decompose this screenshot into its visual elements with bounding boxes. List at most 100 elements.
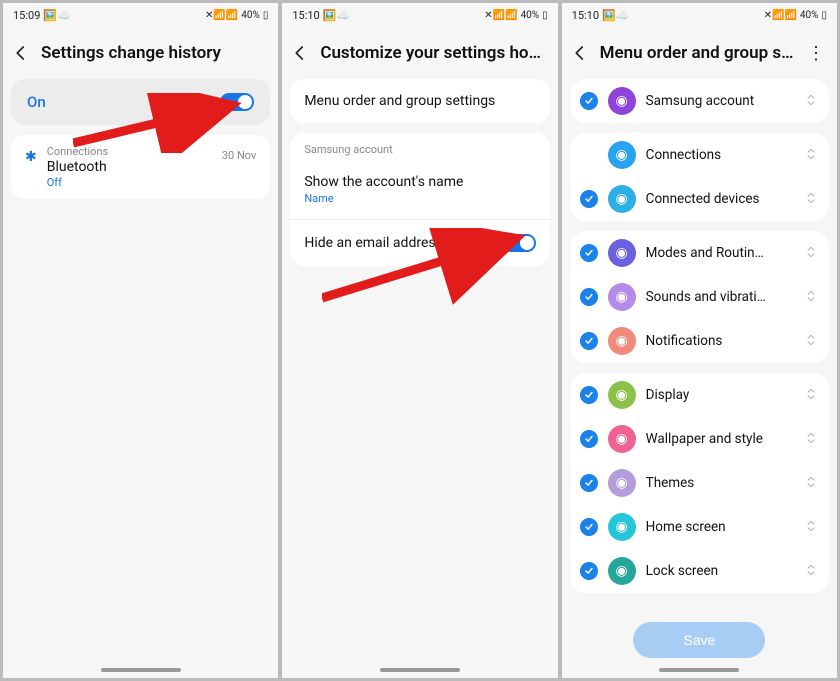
- battery-icon: ▯: [542, 10, 548, 21]
- menu-item-label: Home screen: [646, 519, 793, 535]
- check-icon[interactable]: [580, 518, 598, 536]
- status-battery: 40%: [241, 10, 260, 21]
- drag-handle-icon[interactable]: [803, 191, 819, 208]
- menu-item[interactable]: ◉ Display: [570, 373, 829, 417]
- row-show-name-sub: Name: [304, 192, 463, 205]
- status-battery: 40%: [521, 10, 540, 21]
- row-show-name-label: Show the account's name: [304, 174, 463, 190]
- app-icon: ◉: [608, 185, 636, 213]
- check-icon[interactable]: [580, 92, 598, 110]
- row-menu-order-label: Menu order and group settings: [304, 93, 495, 109]
- status-icons-right: ✕📶📶: [764, 10, 797, 21]
- menu-item[interactable]: ◉Samsung account: [570, 79, 829, 123]
- drag-handle-icon[interactable]: [803, 475, 819, 492]
- history-item: Bluetooth: [47, 159, 212, 175]
- toggle-label: On: [27, 93, 46, 111]
- app-icon: ◉: [608, 381, 636, 409]
- app-icon: ◉: [608, 327, 636, 355]
- card-menu-order: Menu order and group settings: [290, 79, 549, 123]
- history-state: Off: [47, 176, 212, 189]
- page-title: Customize your settings home: [320, 43, 547, 63]
- status-time: 15:10: [572, 9, 599, 22]
- status-icons-right: ✕📶📶: [205, 10, 238, 21]
- history-date: 30 Nov: [222, 149, 256, 162]
- nav-handle[interactable]: [659, 668, 739, 672]
- menu-item[interactable]: ◉ Connected devices: [570, 177, 829, 221]
- card-samsung-account: Samsung account Show the account's name …: [290, 133, 549, 266]
- status-bar: 15:10 🖼️☁️ ✕📶📶 40% ▯: [562, 3, 837, 27]
- check-icon[interactable]: [580, 332, 598, 350]
- menu-list: ◉Samsung account◉Connections◉Connected d…: [562, 79, 837, 678]
- check-icon[interactable]: [580, 288, 598, 306]
- drag-handle-icon[interactable]: [803, 387, 819, 404]
- check-icon[interactable]: [580, 562, 598, 580]
- save-button[interactable]: Save: [633, 622, 765, 658]
- app-icon: ◉: [608, 469, 636, 497]
- nav-handle[interactable]: [380, 668, 460, 672]
- back-icon[interactable]: [288, 41, 312, 65]
- status-icons-left: 🖼️☁️: [43, 9, 70, 22]
- check-icon[interactable]: [580, 430, 598, 448]
- status-time: 15:10: [292, 9, 319, 22]
- header: Settings change history: [3, 27, 278, 79]
- menu-item-label: Samsung account: [646, 93, 793, 109]
- menu-item[interactable]: ◉Lock screen: [570, 549, 829, 593]
- history-entry[interactable]: ✱ Connections Bluetooth Off 30 Nov: [11, 135, 270, 199]
- row-hide-email[interactable]: Hide an email address: [290, 220, 549, 266]
- menu-item-label: Wallpaper and style: [646, 431, 793, 447]
- bluetooth-icon: ✱: [25, 149, 37, 165]
- menu-item-label: Sounds and vibrati…: [646, 289, 793, 305]
- nav-handle[interactable]: [101, 668, 181, 672]
- toggle-switch[interactable]: [220, 93, 254, 111]
- check-icon[interactable]: [580, 190, 598, 208]
- drag-handle-icon[interactable]: [803, 147, 819, 164]
- menu-group: ◉ Modes and Routin… ◉Sounds and vibrati… ◉ N…: [570, 231, 829, 363]
- check-icon[interactable]: [580, 386, 598, 404]
- status-icons-right: ✕📶📶: [484, 10, 517, 21]
- menu-group: ◉Connections ◉ Connected devices: [570, 133, 829, 221]
- more-icon[interactable]: ⋮: [805, 43, 827, 64]
- drag-handle-icon[interactable]: [803, 563, 819, 580]
- panel-menu-order: 15:10 🖼️☁️ ✕📶📶 40% ▯ Menu order and grou…: [560, 1, 839, 680]
- menu-item-label: Display: [646, 387, 793, 403]
- drag-handle-icon[interactable]: [803, 519, 819, 536]
- menu-item[interactable]: ◉Home screen: [570, 505, 829, 549]
- app-icon: ◉: [608, 425, 636, 453]
- app-icon: ◉: [608, 239, 636, 267]
- hide-email-switch[interactable]: [502, 234, 536, 252]
- page-title: Menu order and group se…: [600, 43, 797, 63]
- check-icon[interactable]: [580, 474, 598, 492]
- back-icon[interactable]: [568, 41, 592, 65]
- battery-icon: ▯: [263, 10, 269, 21]
- panel-settings-history: 15:09 🖼️☁️ ✕📶📶 40% ▯ Settings change his…: [1, 1, 280, 680]
- menu-item-label: Themes: [646, 475, 793, 491]
- menu-group: ◉Display◉Wallpaper and style◉Themes◉Home…: [570, 373, 829, 593]
- panel-customize-home: 15:10 🖼️☁️ ✕📶📶 40% ▯ Customize your sett…: [280, 1, 559, 680]
- menu-item-label: Connected devices: [646, 191, 793, 207]
- menu-item[interactable]: ◉Sounds and vibrati…: [570, 275, 829, 319]
- status-time: 15:09: [13, 9, 40, 22]
- status-icons-left: 🖼️☁️: [323, 9, 350, 22]
- status-bar: 15:10 🖼️☁️ ✕📶📶 40% ▯: [282, 3, 557, 27]
- menu-item[interactable]: ◉Connections: [570, 133, 829, 177]
- drag-handle-icon[interactable]: [803, 245, 819, 262]
- menu-group: ◉Samsung account: [570, 79, 829, 123]
- row-menu-order[interactable]: Menu order and group settings: [290, 79, 549, 123]
- menu-item-label: Notifications: [646, 333, 793, 349]
- drag-handle-icon[interactable]: [803, 333, 819, 350]
- drag-handle-icon[interactable]: [803, 289, 819, 306]
- check-icon[interactable]: [580, 244, 598, 262]
- menu-item[interactable]: ◉ Modes and Routin…: [570, 231, 829, 275]
- group-label: Samsung account: [290, 133, 549, 160]
- menu-item[interactable]: ◉ Themes: [570, 461, 829, 505]
- menu-item[interactable]: ◉ Wallpaper and style: [570, 417, 829, 461]
- menu-item-label: Modes and Routin…: [646, 245, 793, 261]
- battery-icon: ▯: [821, 10, 827, 21]
- back-icon[interactable]: [9, 41, 33, 65]
- app-icon: ◉: [608, 557, 636, 585]
- drag-handle-icon[interactable]: [803, 93, 819, 110]
- drag-handle-icon[interactable]: [803, 431, 819, 448]
- menu-item[interactable]: ◉ Notifications: [570, 319, 829, 363]
- row-show-name[interactable]: Show the account's name Name: [290, 160, 549, 219]
- history-toggle-row[interactable]: On: [11, 79, 270, 125]
